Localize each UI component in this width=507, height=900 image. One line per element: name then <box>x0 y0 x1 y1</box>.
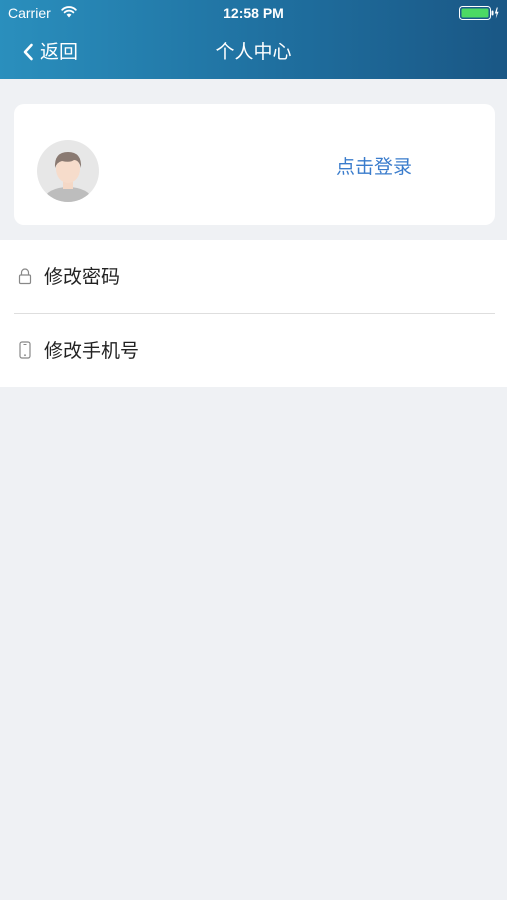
status-time: 12:58 PM <box>223 5 284 21</box>
menu-item-change-phone[interactable]: 修改手机号 <box>0 314 507 387</box>
settings-menu: 修改密码 修改手机号 <box>0 240 507 387</box>
battery-icon <box>459 6 499 20</box>
lock-icon <box>18 268 32 285</box>
phone-icon <box>19 341 31 359</box>
menu-item-label: 修改密码 <box>44 266 121 288</box>
menu-item-change-password[interactable]: 修改密码 <box>0 240 507 313</box>
app-header: Carrier 12:58 PM 返回 个人中心 <box>0 0 507 79</box>
avatar-placeholder-icon <box>44 152 92 202</box>
navigation-bar: 返回 个人中心 <box>0 27 507 79</box>
status-bar: Carrier 12:58 PM <box>0 0 507 27</box>
avatar <box>37 140 99 202</box>
login-link[interactable]: 点击登录 <box>336 154 412 180</box>
menu-item-label: 修改手机号 <box>44 340 140 362</box>
login-card[interactable]: 点击登录 <box>14 104 495 225</box>
page-title: 个人中心 <box>215 41 292 63</box>
